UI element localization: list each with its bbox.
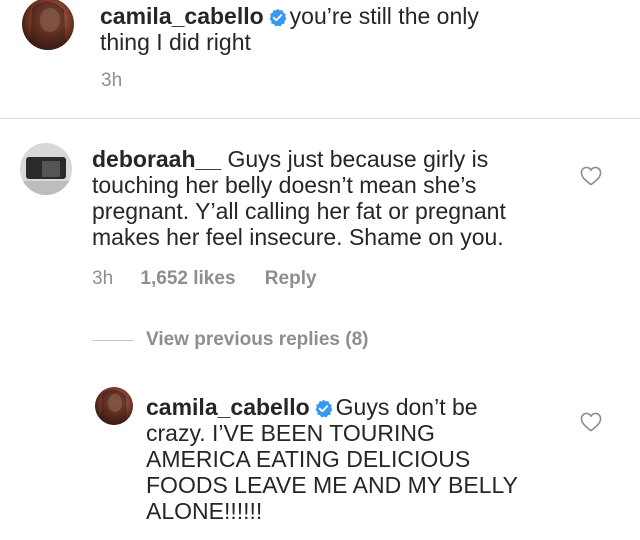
reply-line-5: ALONE!!!!!! — [146, 498, 263, 524]
heart-outline-icon[interactable] — [580, 166, 602, 186]
verified-badge-icon — [315, 399, 333, 418]
comment-line-3: pregnant. Y’all calling her fat or pregn… — [92, 198, 506, 224]
avatar-image — [101, 389, 127, 425]
reply-body: camila_cabello Guys don’t be crazy. I’VE … — [146, 394, 616, 524]
avatar-image — [30, 1, 66, 50]
comment-line-4: makes her feel insecure. Shame on you. — [92, 224, 504, 250]
reply-username[interactable]: camila_cabello — [146, 394, 310, 420]
comment-username[interactable]: deboraah__ — [92, 146, 221, 172]
caption-text-line2: thing I did right — [100, 29, 251, 55]
reply-line-4: FOODS LEAVE ME AND MY BELLY — [146, 472, 518, 498]
reply-line-3: AMERICA EATING DELICIOUS — [146, 446, 471, 472]
divider — [0, 118, 640, 119]
reply-line-2: crazy. I’VE BEEN TOURING — [146, 420, 435, 446]
avatar-camila-top[interactable] — [22, 0, 74, 50]
comment-likes[interactable]: 1,652 likes — [140, 268, 235, 289]
caption-username[interactable]: camila_cabello — [100, 3, 264, 29]
view-previous-replies-button[interactable]: View previous replies (8) — [146, 329, 368, 351]
caption-timestamp: 3h — [101, 70, 123, 91]
reply-button[interactable]: Reply — [265, 268, 317, 289]
view-replies-divider — [92, 340, 134, 341]
avatar-camila-reply[interactable] — [95, 387, 133, 425]
caption-text-line1: you’re still the only — [289, 3, 479, 29]
comment-body: deboraah__ Guys just because girly is to… — [92, 146, 612, 250]
caption-comment: camila_cabello you’re still the only thin… — [100, 3, 620, 55]
heart-outline-icon[interactable] — [580, 412, 602, 432]
reply-line-1: Guys don’t be — [335, 394, 478, 420]
comment-line-2: touching her belly doesn’t mean she’s — [92, 172, 477, 198]
comment-timestamp: 3h — [92, 268, 114, 289]
verified-badge-icon — [269, 8, 287, 27]
avatar-deboraah[interactable] — [20, 143, 72, 195]
comment-line-1: Guys just because girly is — [227, 146, 489, 172]
avatar-image — [20, 143, 72, 195]
comment-meta: 3h 1,652 likes Reply — [92, 268, 317, 290]
